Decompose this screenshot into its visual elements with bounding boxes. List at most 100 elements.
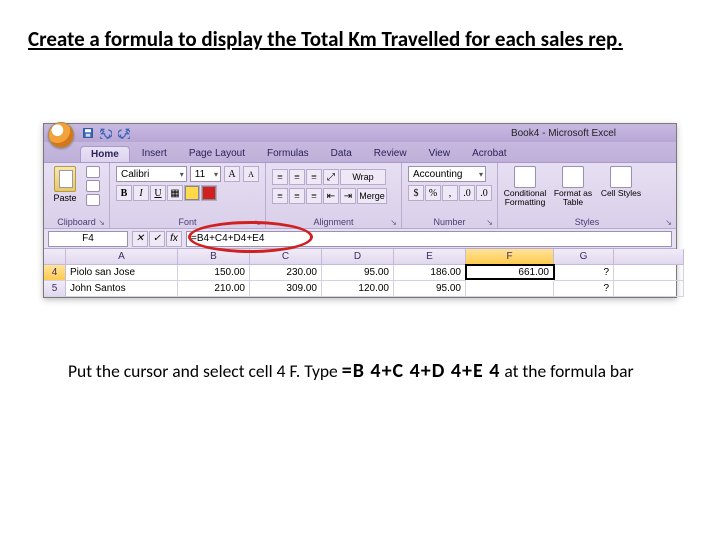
font-color-button[interactable] [201, 185, 217, 201]
col-header-G[interactable]: G [554, 249, 614, 265]
tab-view[interactable]: View [419, 146, 461, 162]
instruction-text: Put the cursor and select cell 4 F. Type… [28, 358, 692, 385]
format-as-table-icon [562, 166, 584, 188]
col-header-E[interactable]: E [394, 249, 466, 265]
tab-page-layout[interactable]: Page Layout [179, 146, 255, 162]
percent-icon[interactable]: % [425, 185, 441, 201]
copy-icon[interactable] [86, 180, 100, 192]
underline-button[interactable]: U [150, 185, 166, 201]
tab-home[interactable]: Home [80, 146, 130, 162]
ribbon-tabs: Home Insert Page Layout Formulas Data Re… [44, 142, 676, 162]
number-format-combo[interactable]: Accounting [408, 166, 486, 182]
col-header-F[interactable]: F [466, 249, 554, 265]
cell[interactable] [614, 265, 684, 281]
cell[interactable]: 95.00 [322, 265, 394, 281]
select-all-corner[interactable] [44, 249, 66, 265]
row-header[interactable]: 5 [44, 281, 66, 297]
cell-styles-icon [610, 166, 632, 188]
col-header-A[interactable]: A [66, 249, 178, 265]
row-header[interactable]: 4 [44, 265, 66, 281]
save-icon[interactable] [82, 127, 94, 139]
cell[interactable]: 186.00 [394, 265, 466, 281]
group-label-number: Number [408, 216, 491, 227]
cell[interactable]: John Santos [66, 281, 178, 297]
enter-icon[interactable]: ✓ [149, 231, 165, 247]
border-button[interactable]: ▦ [167, 185, 183, 201]
group-label-font: Font [116, 216, 259, 227]
cell[interactable]: ? [554, 281, 614, 297]
conditional-formatting-button[interactable]: Conditional Formatting [504, 166, 546, 206]
cell[interactable]: Piolo san Jose [66, 265, 178, 281]
name-box[interactable]: F4 [48, 231, 128, 247]
group-styles: Conditional Formatting Format as Table C… [498, 163, 676, 228]
italic-button[interactable]: I [133, 185, 149, 201]
group-clipboard: Paste Clipboard [44, 163, 110, 228]
bold-button[interactable]: B [116, 185, 132, 201]
format-as-table-button[interactable]: Format as Table [552, 166, 594, 206]
fill-color-button[interactable] [184, 185, 200, 201]
tab-insert[interactable]: Insert [132, 146, 177, 162]
increase-indent-icon[interactable]: ⇥ [340, 188, 356, 204]
font-size-combo[interactable]: 11 [190, 166, 221, 182]
cell[interactable]: 230.00 [250, 265, 322, 281]
group-label-alignment: Alignment [272, 216, 395, 227]
cell[interactable]: ? [554, 265, 614, 281]
decrease-decimal-icon[interactable]: .0 [476, 185, 492, 201]
font-face-combo[interactable]: Calibri [116, 166, 187, 182]
align-top-icon[interactable]: ≡ [272, 169, 288, 185]
cell[interactable]: 210.00 [178, 281, 250, 297]
align-left-icon[interactable]: ≡ [272, 188, 288, 204]
shrink-font-icon[interactable]: A [243, 166, 259, 182]
align-middle-icon[interactable]: ≡ [289, 169, 305, 185]
decrease-indent-icon[interactable]: ⇤ [323, 188, 339, 204]
cell[interactable]: 150.00 [178, 265, 250, 281]
col-header-C[interactable]: C [250, 249, 322, 265]
paste-button[interactable]: Paste [50, 166, 80, 203]
align-right-icon[interactable]: ≡ [306, 188, 322, 204]
spreadsheet-grid[interactable]: ABCDEFG 4Piolo san Jose150.00230.0095.00… [44, 248, 676, 297]
titlebar: Book4 - Microsoft Excel [44, 124, 676, 142]
group-alignment: ≡ ≡ ≡ ⤢ Wrap ≡ ≡ ≡ ⇤ ⇥ Merge A [266, 163, 402, 228]
instruction-post: at the formula bar [504, 360, 633, 382]
cell[interactable]: 120.00 [322, 281, 394, 297]
col-header-B[interactable]: B [178, 249, 250, 265]
col-header-[interactable] [614, 249, 684, 265]
fx-icon[interactable]: fx [166, 231, 182, 247]
group-label-styles: Styles [504, 216, 670, 227]
ribbon: Paste Clipboard Calibri 11 A [44, 162, 676, 228]
paste-label: Paste [53, 193, 76, 203]
formula-input[interactable]: =B4+C4+D4+E4 [186, 231, 672, 247]
cell[interactable] [614, 281, 684, 297]
group-number: Accounting $ % , .0 .0 Number [402, 163, 498, 228]
align-center-icon[interactable]: ≡ [289, 188, 305, 204]
cut-icon[interactable] [86, 166, 100, 178]
tab-acrobat[interactable]: Acrobat [462, 146, 516, 162]
cell[interactable]: 661.00 [465, 264, 555, 280]
quick-access-toolbar [82, 127, 130, 139]
increase-decimal-icon[interactable]: .0 [459, 185, 475, 201]
wrap-text-button[interactable]: Wrap [340, 169, 386, 185]
comma-icon[interactable]: , [442, 185, 458, 201]
window-title: Book4 - Microsoft Excel [511, 128, 616, 139]
page-title: Create a formula to display the Total Km… [28, 26, 692, 53]
col-header-D[interactable]: D [322, 249, 394, 265]
table-row: 4Piolo san Jose150.00230.0095.00186.0066… [44, 265, 676, 281]
table-row: 5John Santos210.00309.00120.0095.00? [44, 281, 676, 297]
cell[interactable]: 309.00 [250, 281, 322, 297]
merge-button[interactable]: Merge [357, 188, 387, 204]
grow-font-icon[interactable]: A [224, 166, 240, 182]
formula-bar: F4 ✕ ✓ fx =B4+C4+D4+E4 [44, 228, 676, 248]
tab-review[interactable]: Review [364, 146, 417, 162]
cancel-icon[interactable]: ✕ [132, 231, 148, 247]
tab-data[interactable]: Data [321, 146, 362, 162]
cell[interactable] [466, 281, 554, 297]
align-bottom-icon[interactable]: ≡ [306, 169, 322, 185]
tab-formulas[interactable]: Formulas [257, 146, 319, 162]
cell[interactable]: 95.00 [394, 281, 466, 297]
undo-icon[interactable] [100, 127, 112, 139]
orientation-icon[interactable]: ⤢ [323, 169, 339, 185]
format-painter-icon[interactable] [86, 194, 100, 206]
currency-icon[interactable]: $ [408, 185, 424, 201]
redo-icon[interactable] [118, 127, 130, 139]
cell-styles-button[interactable]: Cell Styles [600, 166, 642, 198]
